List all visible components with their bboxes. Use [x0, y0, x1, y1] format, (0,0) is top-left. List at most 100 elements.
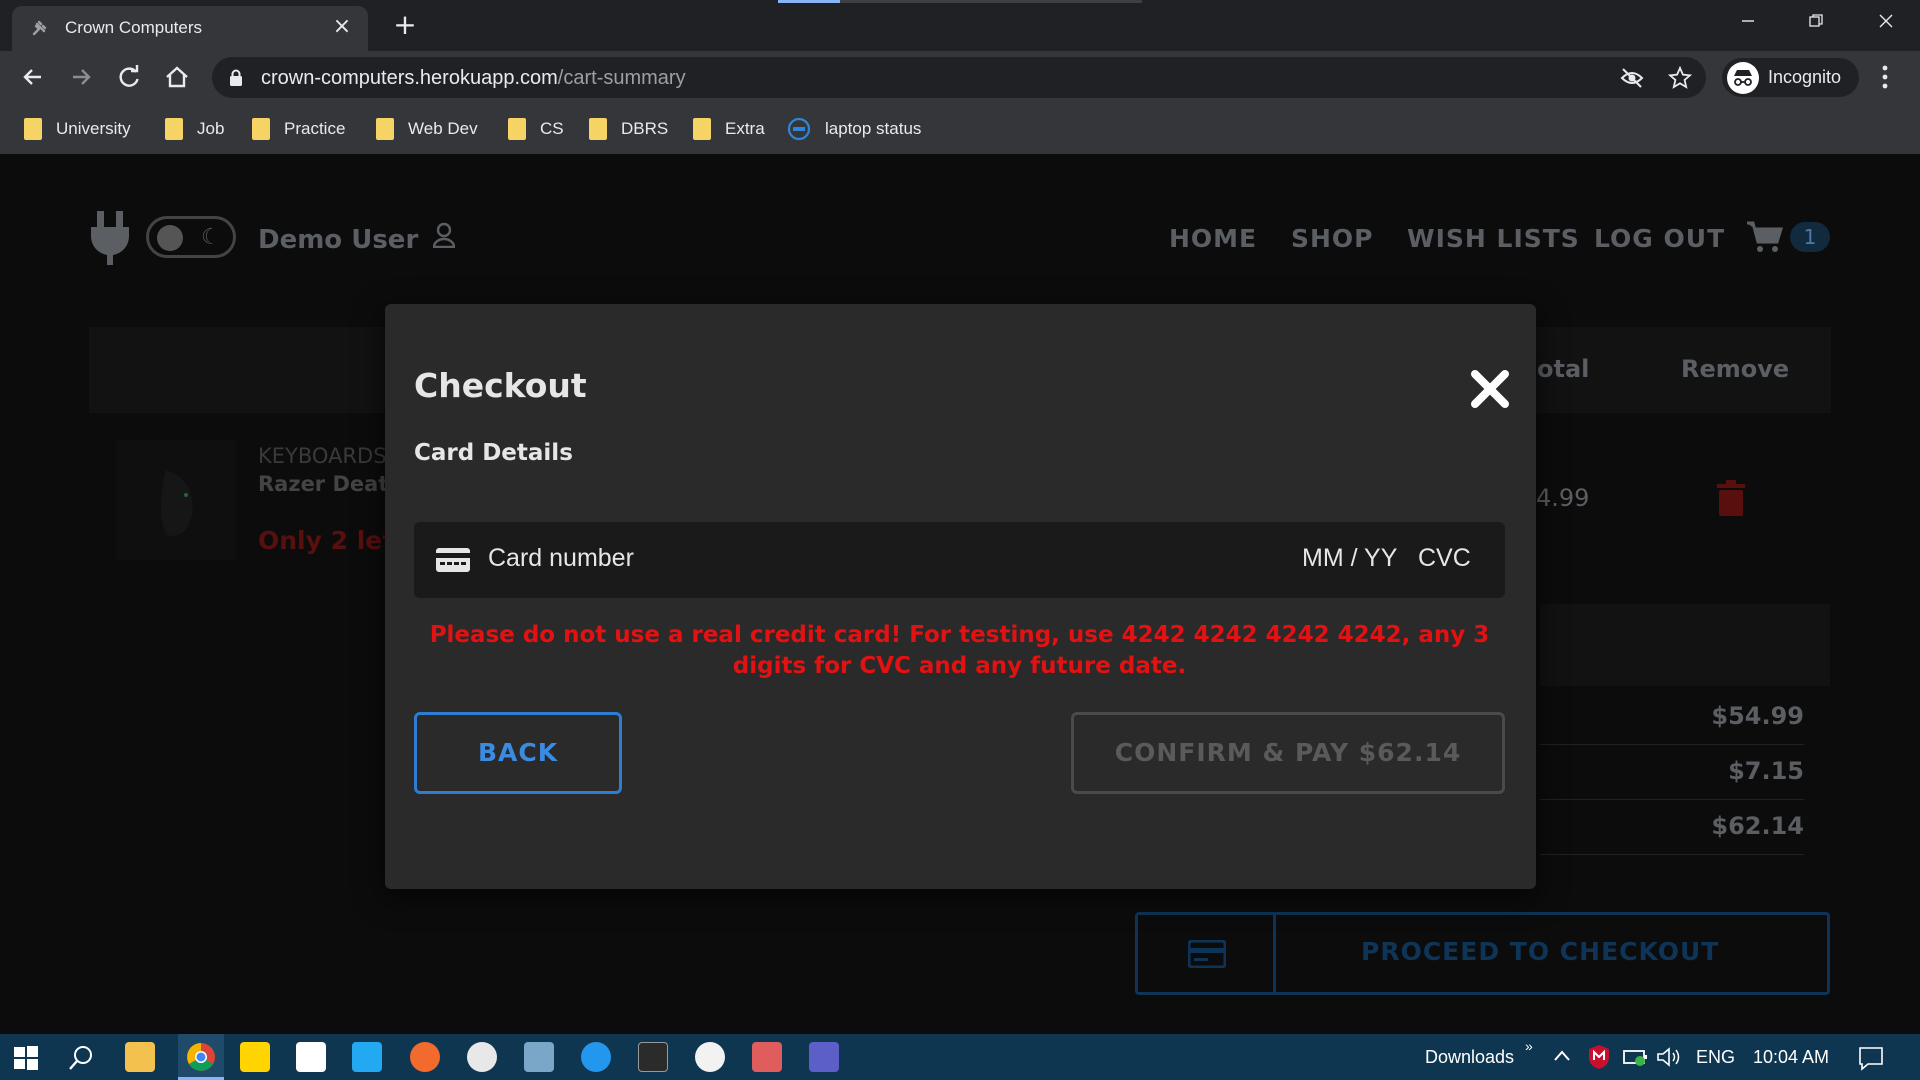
incognito-indicator[interactable]: Incognito [1722, 58, 1859, 97]
browser-tab-bar: Crown Computers × + [0, 0, 1920, 51]
reload-icon[interactable] [112, 60, 146, 94]
github-icon[interactable] [467, 1042, 497, 1072]
star-bookmark-icon[interactable] [1668, 66, 1692, 90]
trash-icon[interactable] [1715, 480, 1747, 516]
user-name: Demo User [258, 225, 419, 255]
checkout-modal: Checkout Card Details Card number MM / Y… [385, 304, 1536, 889]
bookmark-laptop-status[interactable]: laptop status [787, 116, 921, 142]
bookmark-web-dev[interactable]: Web Dev [376, 116, 478, 142]
file-explorer-icon[interactable] [125, 1042, 155, 1072]
new-tab-icon[interactable]: + [390, 10, 420, 40]
item-price: 4.99 [1536, 484, 1590, 512]
notification-center-icon[interactable] [1858, 1045, 1884, 1071]
bookmark-dbrs[interactable]: DBRS [589, 116, 668, 142]
tab-close-icon[interactable]: × [330, 15, 354, 39]
bookmark-cs[interactable]: CS [508, 116, 564, 142]
lock-icon [230, 69, 242, 86]
close-icon[interactable] [1465, 364, 1515, 414]
mcafee-shield-icon[interactable] [1588, 1044, 1610, 1070]
chrome-icon [187, 1043, 215, 1071]
user-icon [433, 222, 456, 249]
modal-title: Checkout [414, 366, 587, 405]
back-arrow-icon[interactable] [16, 60, 50, 94]
proceed-to-checkout-button[interactable]: PROCEED TO CHECKOUT [1135, 912, 1830, 995]
proceed-icon-cell [1138, 915, 1276, 992]
windows-start-icon[interactable] [14, 1046, 38, 1070]
linux-icon[interactable] [695, 1042, 725, 1072]
browser-tab[interactable]: Crown Computers × [12, 6, 368, 51]
bookmark-job[interactable]: Job [165, 116, 224, 142]
eye-slash-icon[interactable] [1620, 67, 1644, 89]
incognito-label: Incognito [1768, 67, 1842, 87]
product-thumbnail[interactable] [116, 440, 236, 560]
sticky-notes-icon[interactable] [240, 1042, 270, 1072]
postgres-icon[interactable] [524, 1042, 554, 1072]
browser-toolbar: crown-computers.herokuapp.com/cart-summa… [0, 51, 1920, 104]
bookmarks-bar: University Job Practice Web Dev CS DBRS … [0, 104, 1920, 154]
summary-tax-row: $7.15 [1540, 745, 1804, 800]
url-path: /cart-summary [557, 67, 686, 89]
close-window-icon[interactable] [1866, 6, 1906, 38]
clock[interactable]: 10:04 AM [1753, 1047, 1829, 1068]
folder-icon [589, 118, 607, 140]
item-name[interactable]: Razer Death [258, 472, 403, 496]
expiry-input[interactable]: MM / YY [1302, 544, 1397, 573]
cart-icon[interactable] [1746, 220, 1784, 254]
summary-total: $62.14 [1711, 812, 1804, 840]
bookmark-practice[interactable]: Practice [252, 116, 345, 142]
url-text: crown-computers.herokuapp.com/cart-summa… [261, 67, 686, 90]
toggle-knob [157, 225, 183, 251]
summary-header [1540, 604, 1830, 686]
item-category: KEYBOARDS [258, 444, 387, 468]
plug-favicon-icon [32, 20, 47, 36]
speaker-icon[interactable] [1656, 1047, 1682, 1067]
chrome-taskbar-active[interactable] [178, 1034, 224, 1080]
bookmark-label: Web Dev [408, 119, 478, 138]
docker-icon[interactable] [581, 1042, 611, 1072]
bookmark-extra[interactable]: Extra [693, 116, 765, 142]
forward-arrow-icon[interactable] [64, 60, 98, 94]
search-icon[interactable] [68, 1045, 94, 1071]
confirm-pay-button[interactable]: CONFIRM & PAY $62.14 [1071, 712, 1505, 794]
browser-menu-icon[interactable] [1880, 64, 1890, 94]
battery-icon[interactable] [1623, 1047, 1649, 1067]
postman-icon[interactable] [410, 1042, 440, 1072]
nav-shop[interactable]: SHOP [1291, 224, 1374, 253]
folder-icon [24, 118, 42, 140]
proceed-label: PROCEED TO CHECKOUT [1361, 937, 1720, 966]
nav-home[interactable]: HOME [1169, 224, 1257, 253]
vscode-icon[interactable] [352, 1042, 382, 1072]
dark-mode-toggle[interactable]: ☾ [146, 216, 236, 258]
nav-wish-lists[interactable]: WISH LISTS [1407, 224, 1580, 253]
nav-log-out[interactable]: LOG OUT [1594, 224, 1725, 253]
double-chevron-icon[interactable]: » [1525, 1038, 1533, 1054]
minimize-icon[interactable] [1728, 6, 1768, 38]
notion-icon[interactable] [296, 1042, 326, 1072]
bookmark-university[interactable]: University [24, 116, 131, 142]
card-number-input[interactable]: Card number [488, 544, 634, 573]
dell-logo-icon [787, 117, 811, 141]
restore-icon[interactable] [1796, 6, 1836, 38]
chevron-up-icon[interactable] [1553, 1049, 1571, 1063]
user-menu[interactable]: Demo User [258, 222, 456, 255]
bookmark-label: DBRS [621, 119, 669, 138]
language-indicator[interactable]: ENG [1696, 1047, 1735, 1068]
summary-total-row: $62.14 [1540, 800, 1804, 855]
card-details-heading: Card Details [414, 440, 573, 466]
bookmark-label: Practice [284, 119, 346, 138]
teams-icon[interactable] [809, 1042, 839, 1072]
terminal-icon[interactable] [638, 1042, 668, 1072]
bookmark-label: Job [197, 119, 225, 138]
cvc-input[interactable]: CVC [1418, 544, 1471, 573]
credit-card-icon [1188, 940, 1226, 968]
virtualbox-icon[interactable] [752, 1042, 782, 1072]
downloads-toolbar[interactable]: Downloads [1425, 1047, 1514, 1068]
bookmark-label: laptop status [825, 119, 922, 138]
back-button[interactable]: BACK [414, 712, 622, 794]
address-bar[interactable]: crown-computers.herokuapp.com/cart-summa… [212, 57, 1706, 98]
bookmark-label: CS [540, 119, 564, 138]
plug-logo-icon[interactable] [89, 209, 131, 267]
home-icon[interactable] [160, 60, 194, 94]
folder-icon [376, 118, 394, 140]
card-input-field[interactable]: Card number MM / YY CVC [414, 522, 1505, 598]
